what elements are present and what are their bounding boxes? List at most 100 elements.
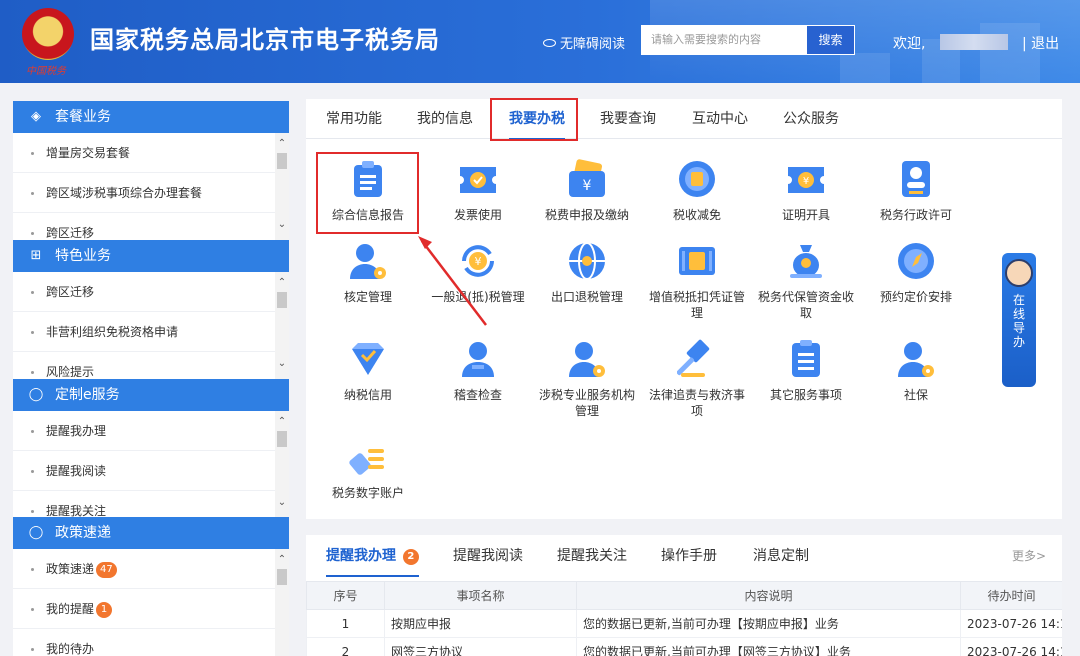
func-other-services[interactable]: 其它服务事项 xyxy=(756,339,856,403)
layers-icon: ◈ xyxy=(31,109,41,124)
chevron-up-icon[interactable]: ⌃ xyxy=(275,553,289,567)
chevron-up-icon[interactable]: ⌃ xyxy=(275,137,289,151)
reminders-table: 序号 事项名称 内容说明 待办时间 1 按期应申报 您的数据已更新,当前可办理【… xyxy=(306,581,1062,656)
tab-public-service[interactable]: 公众服务 xyxy=(783,99,839,139)
sidebar-item[interactable]: 跨区域涉税事项综合办理套餐 xyxy=(13,173,289,213)
sidebar-item[interactable]: 政策速递 47 xyxy=(13,549,289,589)
sidebar-section-header[interactable]: ◈ 套餐业务 xyxy=(13,101,289,133)
count-badge: 47 xyxy=(96,562,117,578)
sidebar-item[interactable]: 提醒我关注 xyxy=(13,491,289,518)
online-guide-label: 在线导办 xyxy=(1012,293,1025,349)
more-link[interactable]: 更多> xyxy=(1012,535,1046,577)
func-social-insurance[interactable]: 社保 xyxy=(866,339,966,403)
sidebar-scrollbar[interactable]: ⌃ ⌄ xyxy=(275,411,289,518)
sidebar-item[interactable]: 我的待办 xyxy=(13,629,289,656)
red-annotation-arrow xyxy=(418,236,487,326)
search-button[interactable]: 搜索 xyxy=(806,25,855,55)
grid-icon: ⊞ xyxy=(30,248,42,263)
header-building xyxy=(980,23,1040,83)
scroll-thumb[interactable] xyxy=(277,431,287,447)
scroll-thumb[interactable] xyxy=(277,569,287,585)
inspector-icon xyxy=(458,339,498,379)
func-admin-license[interactable]: 税务行政许可 xyxy=(866,159,966,223)
sidebar-scrollbar[interactable]: ⌃ xyxy=(275,549,289,656)
chevron-down-icon[interactable]: ⌄ xyxy=(275,496,289,510)
sidebar-item[interactable]: 提醒我办理 xyxy=(13,411,289,451)
wallet-yen-icon: ¥ xyxy=(567,159,607,199)
func-label: 稽查检查 xyxy=(453,388,502,402)
func-professional-service-org[interactable]: 涉税专业服务机构管理 xyxy=(537,339,637,419)
func-vat-credit-voucher[interactable]: 增值税抵扣凭证管理 xyxy=(647,241,747,321)
sidebar-item[interactable]: 我的提醒 1 xyxy=(13,589,289,629)
sidebar-item[interactable]: 增量房交易套餐 xyxy=(13,133,289,173)
func-certificate[interactable]: ¥ 证明开具 xyxy=(756,159,856,223)
tab-interaction[interactable]: 互动中心 xyxy=(692,99,748,139)
table-header-row: 序号 事项名称 内容说明 待办时间 xyxy=(306,581,1062,610)
sidebar-section-policy: ◯ 政策速递 政策速递 47 我的提醒 1 我的待办 ⌃ xyxy=(13,517,289,656)
func-label: 法律追责与救济事项 xyxy=(648,388,745,418)
tab-query[interactable]: 我要查询 xyxy=(600,99,656,139)
compass-icon xyxy=(896,241,936,281)
func-export-refund[interactable]: 出口退税管理 xyxy=(537,241,637,305)
tab-label: 提醒我办理 xyxy=(326,548,396,564)
sidebar-item[interactable]: 提醒我阅读 xyxy=(13,451,289,491)
tab-remind-read[interactable]: 提醒我阅读 xyxy=(453,535,523,577)
sidebar-section-package: ◈ 套餐业务 增量房交易套餐 跨区域涉税事项综合办理套餐 跨区迁移 ⌃ ⌄ xyxy=(13,101,289,240)
scroll-thumb[interactable] xyxy=(277,292,287,308)
sidebar-section-header[interactable]: ⊞ 特色业务 xyxy=(13,240,289,272)
func-advance-pricing[interactable]: 预约定价安排 xyxy=(866,241,966,305)
chevron-up-icon[interactable]: ⌃ xyxy=(275,415,289,429)
online-guide-button[interactable]: 在线导办 xyxy=(1002,253,1036,387)
column-header: 待办时间 xyxy=(960,581,1062,610)
column-header: 内容说明 xyxy=(576,581,961,610)
tab-user-manual[interactable]: 操作手册 xyxy=(661,535,717,577)
func-label: 涉税专业服务机构管理 xyxy=(538,388,635,418)
logout-link[interactable]: | 退出 xyxy=(1022,33,1059,53)
chevron-down-icon[interactable]: ⌄ xyxy=(275,218,289,232)
sidebar-scrollbar[interactable]: ⌃ ⌄ xyxy=(275,272,289,379)
money-bag-icon xyxy=(786,241,826,281)
func-tax-relief[interactable]: 税收减免 xyxy=(647,159,747,223)
sidebar-item[interactable]: 风险提示 xyxy=(13,352,289,379)
sidebar-item[interactable]: 跨区迁移 xyxy=(13,272,289,312)
sidebar-scrollbar[interactable]: ⌃ ⌄ xyxy=(275,133,289,240)
scroll-thumb[interactable] xyxy=(277,153,287,169)
table-cell: 您的数据已更新,当前可办理【按期应申报】业务 xyxy=(576,609,961,638)
tax-emblem-logo[interactable] xyxy=(22,8,74,60)
search-input[interactable]: 请输入需要搜索的内容 xyxy=(641,25,806,55)
sidebar-section-header[interactable]: ◯ 政策速递 xyxy=(13,517,289,549)
func-legal-remedy[interactable]: 法律追责与救济事项 xyxy=(647,339,747,419)
tab-remind-handle[interactable]: 提醒我办理 2 xyxy=(326,535,419,577)
func-tax-credit[interactable]: 纳税信用 xyxy=(318,339,418,403)
chevron-down-icon[interactable]: ⌄ xyxy=(275,357,289,371)
chevron-up-icon[interactable]: ⌃ xyxy=(275,276,289,290)
sidebar-section-title: 定制e服务 xyxy=(55,387,120,403)
table-cell: 2023-07-26 14:1... xyxy=(960,609,1062,638)
table-cell: 1 xyxy=(306,609,385,638)
coin-icon xyxy=(677,159,717,199)
func-custody-fund[interactable]: 税务代保管资金收取 xyxy=(756,241,856,321)
func-tax-digital-account[interactable]: 税务数字账户 xyxy=(318,437,418,501)
column-header: 事项名称 xyxy=(384,581,577,610)
sidebar-section-header[interactable]: ◯ 定制e服务 xyxy=(13,379,289,411)
func-label: 证明开具 xyxy=(781,208,830,222)
func-tax-declaration-payment[interactable]: ¥ 税费申报及缴纳 xyxy=(537,159,637,223)
user-gear-icon xyxy=(896,339,936,379)
table-row[interactable]: 2 网签三方协议 您的数据已更新,当前可办理【网签三方协议】业务 2023-07… xyxy=(306,637,1062,656)
table-cell[interactable]: 按期应申报 xyxy=(384,609,577,638)
table-row[interactable]: 1 按期应申报 您的数据已更新,当前可办理【按期应申报】业务 2023-07-2… xyxy=(306,609,1062,638)
table-cell[interactable]: 网签三方协议 xyxy=(384,637,577,656)
accessibility-link[interactable]: 无障碍阅读 xyxy=(543,33,625,52)
sidebar-item[interactable]: 跨区迁移 xyxy=(13,213,289,240)
sidebar-item-label: 政策速递 xyxy=(46,562,95,576)
func-audit-inspection[interactable]: 稽查检查 xyxy=(428,339,528,403)
tab-message-custom[interactable]: 消息定制 xyxy=(753,535,809,577)
sidebar-list: 增量房交易套餐 跨区域涉税事项综合办理套餐 跨区迁移 ⌃ ⌄ xyxy=(13,133,289,240)
func-label: 税务代保管资金收取 xyxy=(757,290,854,320)
tab-remind-follow[interactable]: 提醒我关注 xyxy=(557,535,627,577)
sidebar-item[interactable]: 非营利组织免税资格申请 xyxy=(13,312,289,352)
site-title[interactable]: 国家税务总局北京市电子税务局 xyxy=(90,20,440,55)
func-label: 税务数字账户 xyxy=(331,486,404,500)
func-label: 增值税抵扣凭证管理 xyxy=(648,290,745,320)
sidebar-list: 跨区迁移 非营利组织免税资格申请 风险提示 ⌃ ⌄ xyxy=(13,272,289,379)
